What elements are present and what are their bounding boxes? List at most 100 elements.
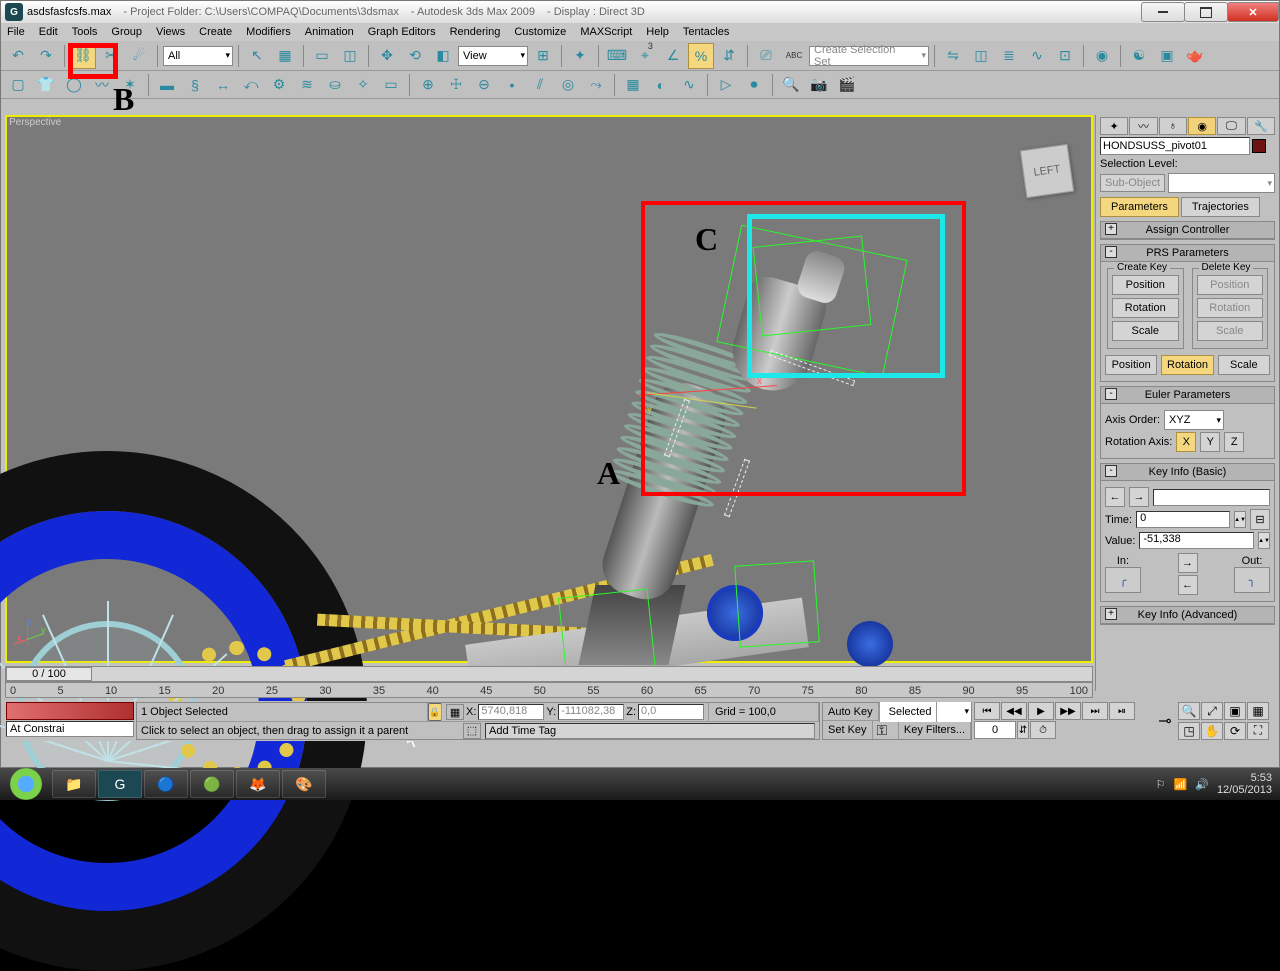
key-index-field[interactable] bbox=[1153, 489, 1270, 506]
plane-button[interactable]: ▬ bbox=[154, 72, 180, 98]
set-key-button[interactable]: Set Key bbox=[823, 721, 873, 739]
key-mode-toggle[interactable]: ⏯ bbox=[1109, 702, 1135, 720]
toy-car-button[interactable]: ⛀ bbox=[322, 72, 348, 98]
rotation-toggle[interactable]: Rotation bbox=[1161, 355, 1213, 375]
rotate-button[interactable]: ⟲ bbox=[402, 43, 428, 69]
export-button[interactable]: 📷 bbox=[806, 72, 832, 98]
sub-object-dropdown[interactable] bbox=[1168, 173, 1275, 193]
time-field[interactable]: 0 bbox=[1136, 511, 1230, 528]
taskbar-paint-icon[interactable]: 🎨 bbox=[282, 770, 326, 798]
spring-button[interactable]: § bbox=[182, 72, 208, 98]
scale-toggle[interactable]: Scale bbox=[1218, 355, 1270, 375]
object-name-field[interactable]: HONDSUSS_pivot01 bbox=[1100, 137, 1250, 155]
max-toggle-button[interactable]: ⛶ bbox=[1247, 722, 1269, 740]
undo-button[interactable]: ↶ bbox=[5, 43, 31, 69]
fracture-button[interactable]: ✧ bbox=[350, 72, 376, 98]
taskbar-app-icon[interactable]: 🔵 bbox=[144, 770, 188, 798]
point-point-button[interactable]: • bbox=[499, 72, 525, 98]
coord-z-field[interactable]: 0,0 bbox=[638, 704, 704, 720]
redo-button[interactable]: ↷ bbox=[33, 43, 59, 69]
bind-spacewarp-button[interactable]: ☄ bbox=[126, 43, 152, 69]
maximize-button[interactable] bbox=[1184, 2, 1228, 22]
create-anim-button[interactable]: ⏺ bbox=[741, 72, 767, 98]
axis-x-button[interactable]: X bbox=[1176, 432, 1196, 452]
menu-animation[interactable]: Animation bbox=[305, 26, 354, 38]
menu-group[interactable]: Group bbox=[111, 26, 142, 38]
ang-dashpot-button[interactable]: ⤺ bbox=[238, 72, 264, 98]
tray-volume-icon[interactable]: 🔊 bbox=[1195, 778, 1209, 791]
zoom-extents-button[interactable]: ▣ bbox=[1224, 702, 1246, 720]
tray-flag-icon[interactable]: ⚐ bbox=[1156, 778, 1166, 791]
window-crossing-button[interactable]: ◫ bbox=[337, 43, 363, 69]
render-setup-button[interactable]: ☯ bbox=[1126, 43, 1152, 69]
carwheel-button[interactable]: ◎ bbox=[555, 72, 581, 98]
prismatic-button[interactable]: ⫽ bbox=[527, 72, 553, 98]
align-button[interactable]: ◫ bbox=[968, 43, 994, 69]
softbody-mod-button[interactable]: ◐ bbox=[648, 72, 674, 98]
tab-motion[interactable]: ◉ bbox=[1188, 117, 1216, 135]
trajectories-tab[interactable]: Trajectories bbox=[1181, 197, 1260, 217]
minimize-button[interactable] bbox=[1141, 2, 1185, 22]
const-solver-button[interactable]: ⊕ bbox=[415, 72, 441, 98]
keymode-dropdown[interactable]: Selected bbox=[879, 702, 971, 722]
angle-snap-button[interactable]: ∠ bbox=[660, 43, 686, 69]
rect-region-button[interactable]: ▭ bbox=[309, 43, 335, 69]
zoom-all-button[interactable]: ⤢ bbox=[1201, 702, 1223, 720]
play-button[interactable]: ▶ bbox=[1028, 702, 1054, 720]
time-lock-button[interactable]: ⊟ bbox=[1250, 509, 1270, 530]
zoom-extents-all-button[interactable]: ▦ bbox=[1247, 702, 1269, 720]
object-color-swatch[interactable] bbox=[1252, 139, 1266, 153]
create-position-key-button[interactable]: Position bbox=[1112, 275, 1179, 295]
ref-coord-dropdown[interactable]: View bbox=[458, 46, 528, 66]
selection-lock-button[interactable]: 🔒 bbox=[428, 703, 442, 721]
frame-spinner[interactable]: ⇵ bbox=[1017, 721, 1029, 739]
taskbar-3dsmax-icon[interactable]: G bbox=[98, 770, 142, 798]
menu-file[interactable]: File bbox=[7, 26, 25, 38]
snap-toggle-button[interactable]: ⌖3 bbox=[632, 43, 658, 69]
selection-filter-dropdown[interactable]: All bbox=[163, 46, 233, 66]
coord-x-field[interactable]: 5740,818 bbox=[478, 704, 544, 720]
material-editor-button[interactable]: ◉ bbox=[1089, 43, 1115, 69]
axis-z-button[interactable]: Z bbox=[1224, 432, 1244, 452]
curve-editor-button[interactable]: ∿ bbox=[1024, 43, 1050, 69]
taskbar-corel-icon[interactable]: 🟢 bbox=[190, 770, 234, 798]
goto-start-button[interactable]: ⏮ bbox=[974, 702, 1000, 720]
coord-y-field[interactable]: -111082,38 bbox=[558, 704, 624, 720]
tab-utilities[interactable]: 🔧 bbox=[1247, 117, 1275, 135]
prev-key-button[interactable]: ← bbox=[1105, 487, 1125, 507]
orbit-button[interactable]: ⟳ bbox=[1224, 722, 1246, 740]
time-spinner[interactable]: ▲▼ bbox=[1234, 511, 1246, 528]
start-button[interactable] bbox=[6, 768, 46, 800]
tray-network-icon[interactable]: 📶 bbox=[1174, 778, 1188, 791]
water-button[interactable]: ▭ bbox=[378, 72, 404, 98]
lin-dashpot-button[interactable]: ↔ bbox=[210, 72, 236, 98]
create-rotation-key-button[interactable]: Rotation bbox=[1112, 298, 1179, 318]
ragdoll-button[interactable]: ☩ bbox=[443, 72, 469, 98]
value-field[interactable]: -51,338 bbox=[1139, 532, 1254, 549]
menu-modifiers[interactable]: Modifiers bbox=[246, 26, 291, 38]
preview-anim-button[interactable]: ▷ bbox=[713, 72, 739, 98]
wind-button[interactable]: ≋ bbox=[294, 72, 320, 98]
time-config-button[interactable]: ⏱ bbox=[1030, 721, 1056, 739]
named-sel-set-button[interactable]: ABC bbox=[781, 43, 807, 69]
current-frame-field[interactable]: 0 bbox=[974, 721, 1016, 739]
time-ruler[interactable]: 0510152025303540455055606570758085909510… bbox=[5, 682, 1093, 698]
windows-taskbar[interactable]: 📁 G 🔵 🟢 🦊 🎨 ⚐ 📶 🔊 5:5312/05/2013 bbox=[0, 768, 1280, 800]
isolate-button[interactable]: ⬚ bbox=[463, 723, 481, 739]
menu-grapheditors[interactable]: Graph Editors bbox=[368, 26, 436, 38]
cloth-mod-button[interactable]: ▦ bbox=[620, 72, 646, 98]
use-pivot-button[interactable]: ⊞ bbox=[530, 43, 556, 69]
keyboard-shortcut-button[interactable]: ⌨ bbox=[604, 43, 630, 69]
prev-frame-button[interactable]: ◀◀ bbox=[1001, 702, 1027, 720]
position-toggle[interactable]: Position bbox=[1105, 355, 1157, 375]
hinge-button[interactable]: ⊖ bbox=[471, 72, 497, 98]
system-tray[interactable]: ⚐ 📶 🔊 5:5312/05/2013 bbox=[1156, 772, 1280, 796]
tab-display[interactable]: 🖵 bbox=[1217, 117, 1245, 135]
menu-customize[interactable]: Customize bbox=[514, 26, 566, 38]
tab-modify[interactable]: 〰 bbox=[1129, 117, 1157, 135]
cloth-col-button[interactable]: 👕 bbox=[33, 72, 59, 98]
viewcube[interactable]: LEFT bbox=[1020, 144, 1074, 198]
tray-clock[interactable]: 5:5312/05/2013 bbox=[1217, 772, 1272, 796]
rollout-title[interactable]: Key Info (Basic) bbox=[1149, 466, 1227, 478]
render-button[interactable]: 🫖 bbox=[1182, 43, 1208, 69]
